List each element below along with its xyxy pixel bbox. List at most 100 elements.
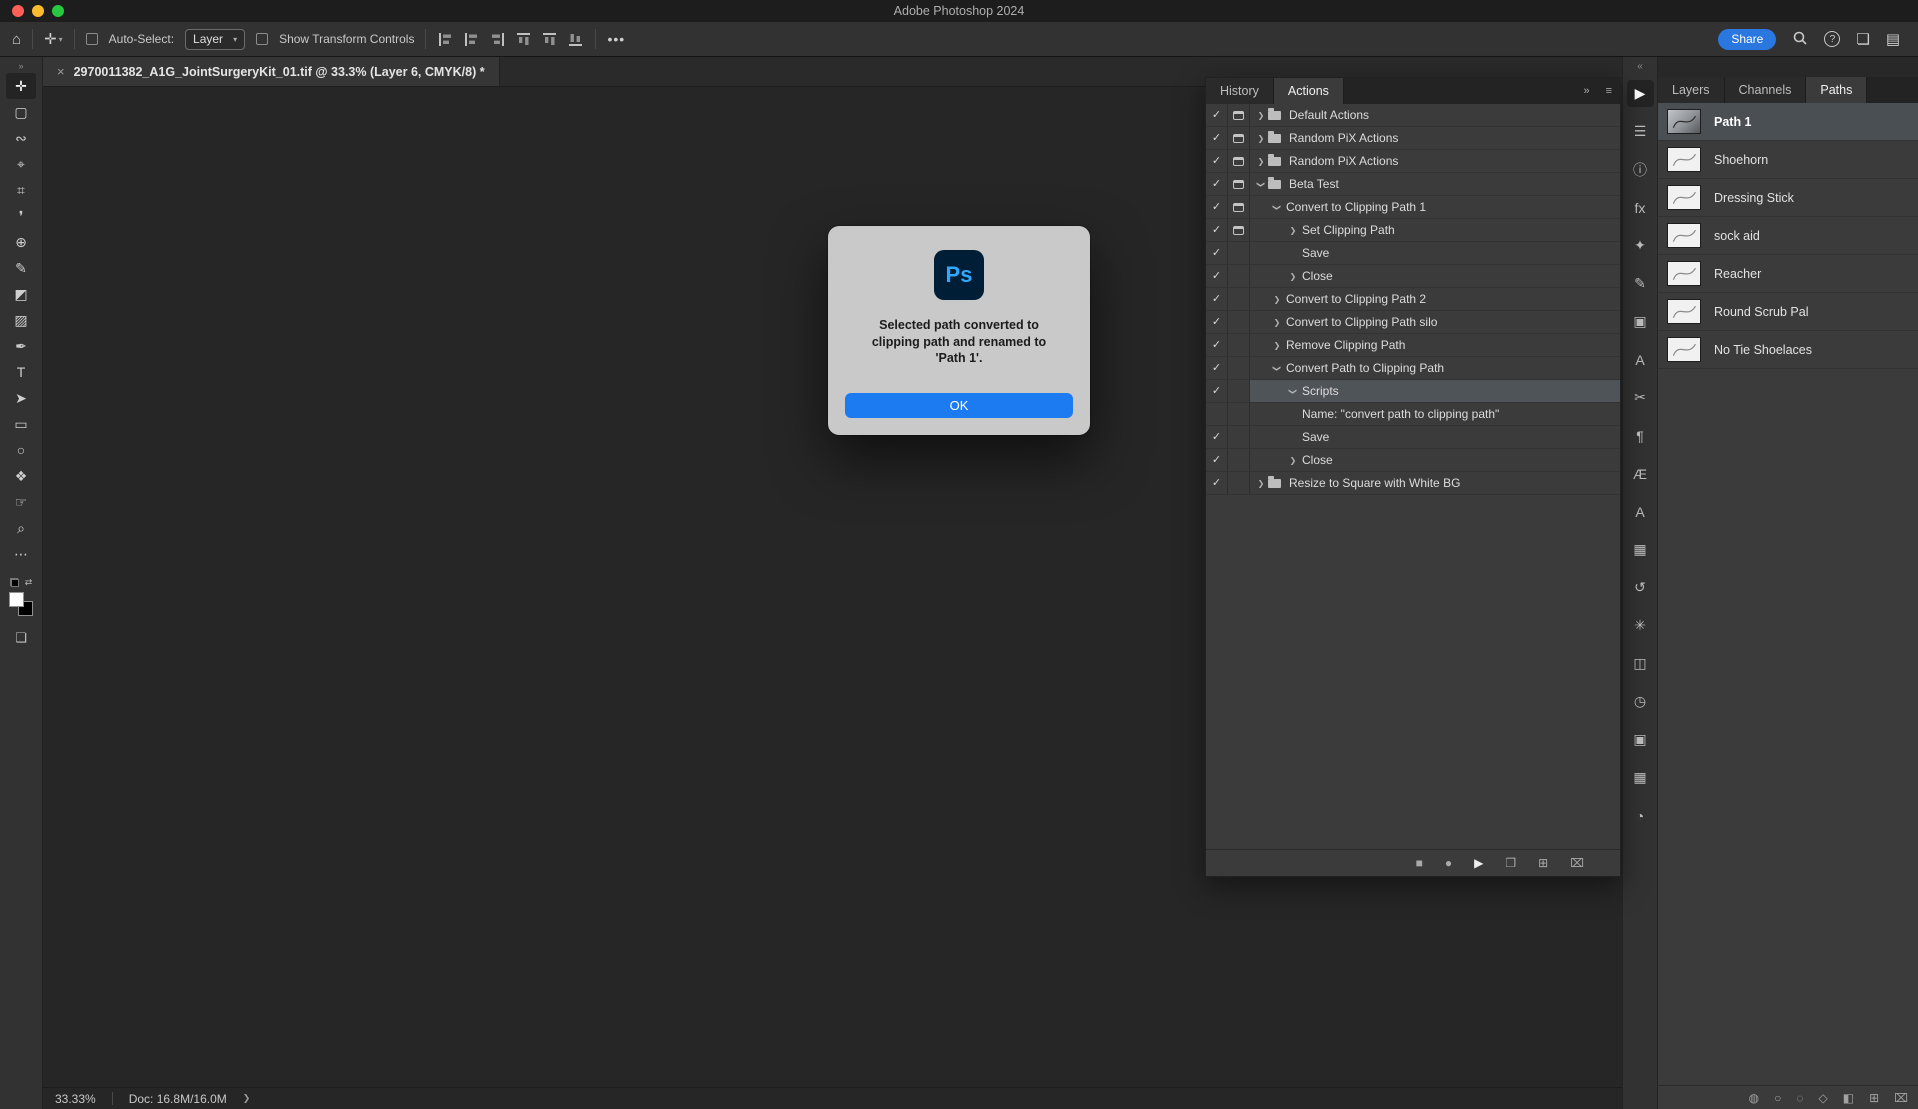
path-thumbnail[interactable] (1667, 185, 1701, 210)
path-thumbnail[interactable] (1667, 261, 1701, 286)
character-styles-panel-icon[interactable]: A (1627, 498, 1654, 525)
close-window-button[interactable] (12, 5, 24, 17)
document-tab[interactable]: × 2970011382_A1G_JointSurgeryKit_01.tif … (43, 57, 500, 86)
navigator-panel-icon[interactable]: ▣ (1627, 726, 1654, 753)
expand-panels-icon[interactable]: « (1637, 57, 1643, 80)
quick-selection-tool[interactable]: ⌖ (6, 151, 36, 177)
libraries-panel-icon[interactable]: ◫ (1627, 650, 1654, 677)
swap-colors-icon[interactable]: ⇄ (25, 577, 33, 588)
modal-control-toggle[interactable] (1228, 265, 1250, 287)
auto-select-checkbox[interactable] (85, 33, 98, 45)
expand-arrow-icon[interactable]: ❯ (1286, 456, 1300, 465)
home-icon[interactable]: ⌂ (12, 31, 21, 48)
action-row[interactable]: ✓ ❯ Random PiX Actions (1206, 150, 1620, 173)
properties-panel-icon[interactable]: ☰ (1627, 118, 1654, 145)
search-icon[interactable] (1792, 30, 1808, 49)
delete-action-icon[interactable]: ⌧ (1570, 856, 1584, 870)
move-tool[interactable]: ✛ (6, 73, 36, 99)
action-row-content[interactable]: ❯ Beta Test (1250, 173, 1620, 195)
action-toggle-checkbox[interactable]: ✓ (1206, 219, 1228, 241)
align-left-icon[interactable] (437, 32, 454, 47)
expand-arrow-icon[interactable]: ❯ (1286, 226, 1300, 235)
action-row[interactable]: ✓ ❯ Resize to Square with White BG (1206, 472, 1620, 495)
action-toggle-checkbox[interactable]: ✓ (1206, 150, 1228, 172)
path-thumbnail[interactable] (1667, 299, 1701, 324)
action-toggle-checkbox[interactable]: ✓ (1206, 426, 1228, 448)
action-row-content[interactable]: ❯ Convert Path to Clipping Path (1250, 357, 1620, 379)
begin-recording-icon[interactable]: ● (1445, 856, 1452, 870)
new-set-folder-icon[interactable]: ❐ (1505, 856, 1516, 870)
path-row[interactable]: sock aid (1658, 217, 1918, 255)
auto-select-target-dropdown[interactable]: Layer ▾ (185, 28, 246, 50)
action-toggle-checkbox[interactable]: ✓ (1206, 472, 1228, 494)
tab-actions[interactable]: Actions (1273, 78, 1344, 104)
action-toggle-checkbox[interactable]: ✓ (1206, 311, 1228, 333)
modal-control-toggle[interactable] (1228, 127, 1250, 149)
zoom-window-button[interactable] (52, 5, 64, 17)
toolbar-collapse-icon[interactable]: » (18, 57, 23, 73)
load-path-as-selection-icon[interactable]: ◌ (1796, 1091, 1803, 1105)
type-tool[interactable]: T (6, 359, 36, 385)
modal-control-toggle[interactable] (1228, 334, 1250, 356)
modal-control-toggle[interactable] (1228, 288, 1250, 310)
fill-path-icon[interactable]: ◍ (1749, 1091, 1759, 1105)
expand-arrow-icon[interactable]: ❯ (1254, 134, 1268, 143)
brush-tool[interactable]: ✎ (6, 255, 36, 281)
modal-control-toggle[interactable] (1228, 311, 1250, 333)
modal-control-toggle[interactable] (1228, 104, 1250, 126)
rectangle-tool[interactable]: ▭ (6, 411, 36, 437)
fx-panel-icon[interactable]: fx (1627, 194, 1654, 221)
expand-arrow-icon[interactable]: ❯ (1254, 479, 1268, 488)
align-center-horizontal-icon[interactable] (463, 32, 480, 47)
tab-channels[interactable]: Channels (1724, 77, 1807, 103)
paragraph-panel-icon[interactable]: ¶ (1627, 422, 1654, 449)
zoom-tool[interactable]: ⌕ (6, 515, 36, 541)
action-toggle-checkbox[interactable]: ✓ (1206, 242, 1228, 264)
action-toggle-checkbox[interactable]: ✓ (1206, 127, 1228, 149)
modal-control-toggle[interactable] (1228, 472, 1250, 494)
modal-control-toggle[interactable] (1228, 449, 1250, 471)
action-row[interactable]: ✓ ❯ Convert to Clipping Path 2 (1206, 288, 1620, 311)
modal-control-toggle[interactable] (1228, 242, 1250, 264)
swatches-panel-icon[interactable]: ▦ (1627, 536, 1654, 563)
path-selection-tool[interactable]: ➤ (6, 385, 36, 411)
collapse-panel-icon[interactable]: » (1575, 85, 1597, 97)
marquee-tool[interactable]: ▢ (6, 99, 36, 125)
eyedropper-tool[interactable]: ❜ (6, 203, 36, 229)
ellipse-tool[interactable]: ○ (6, 437, 36, 463)
expand-arrow-icon[interactable]: ❯ (1270, 318, 1284, 327)
adjustments-panel-icon[interactable]: ◔ (1627, 802, 1654, 829)
tab-layers[interactable]: Layers (1658, 77, 1725, 103)
history-panel-icon[interactable]: ↺ (1627, 574, 1654, 601)
action-row[interactable]: ✓ ❯ Close (1206, 449, 1620, 472)
align-right-icon[interactable] (489, 32, 506, 47)
action-row-content[interactable]: ❯ Close (1250, 449, 1620, 471)
character-panel-icon[interactable]: A (1627, 346, 1654, 373)
action-toggle-checkbox[interactable]: ✓ (1206, 265, 1228, 287)
hand-tool[interactable]: ☞ (6, 489, 36, 515)
path-thumbnail[interactable] (1667, 337, 1701, 362)
action-row-content[interactable]: ❯ Default Actions (1250, 104, 1620, 126)
brush-settings-panel-icon[interactable]: ✎ (1627, 270, 1654, 297)
screen-mode-icon[interactable]: ❏ (15, 630, 27, 646)
modal-control-toggle[interactable] (1228, 150, 1250, 172)
action-row-content[interactable]: ❯ Resize to Square with White BG (1250, 472, 1620, 494)
new-path-icon[interactable]: ⊞ (1869, 1091, 1879, 1105)
action-row[interactable]: ✓ ❯ Beta Test (1206, 173, 1620, 196)
panel-menu-icon[interactable]: ≡ (1598, 85, 1620, 97)
close-tab-icon[interactable]: × (57, 64, 65, 79)
tab-paths[interactable]: Paths (1806, 77, 1868, 103)
styles-panel-icon[interactable]: ✦ (1627, 232, 1654, 259)
share-button[interactable]: Share (1718, 28, 1777, 50)
custom-shape-tool[interactable]: ❖ (6, 463, 36, 489)
expand-arrow-icon[interactable]: ❯ (1286, 272, 1300, 281)
play-selection-icon[interactable]: ▶ (1474, 856, 1483, 870)
more-tools[interactable]: ⋯ (6, 541, 36, 567)
help-icon[interactable]: ? (1824, 31, 1841, 47)
crop-tool[interactable]: ⌗ (6, 177, 36, 203)
action-toggle-checkbox[interactable]: ✓ (1206, 173, 1228, 195)
make-work-path-icon[interactable]: ◇ (1819, 1091, 1828, 1105)
action-row-content[interactable]: ❯ Convert to Clipping Path 2 (1250, 288, 1620, 310)
action-row[interactable]: ✓ Save (1206, 426, 1620, 449)
modal-control-toggle[interactable] (1228, 219, 1250, 241)
